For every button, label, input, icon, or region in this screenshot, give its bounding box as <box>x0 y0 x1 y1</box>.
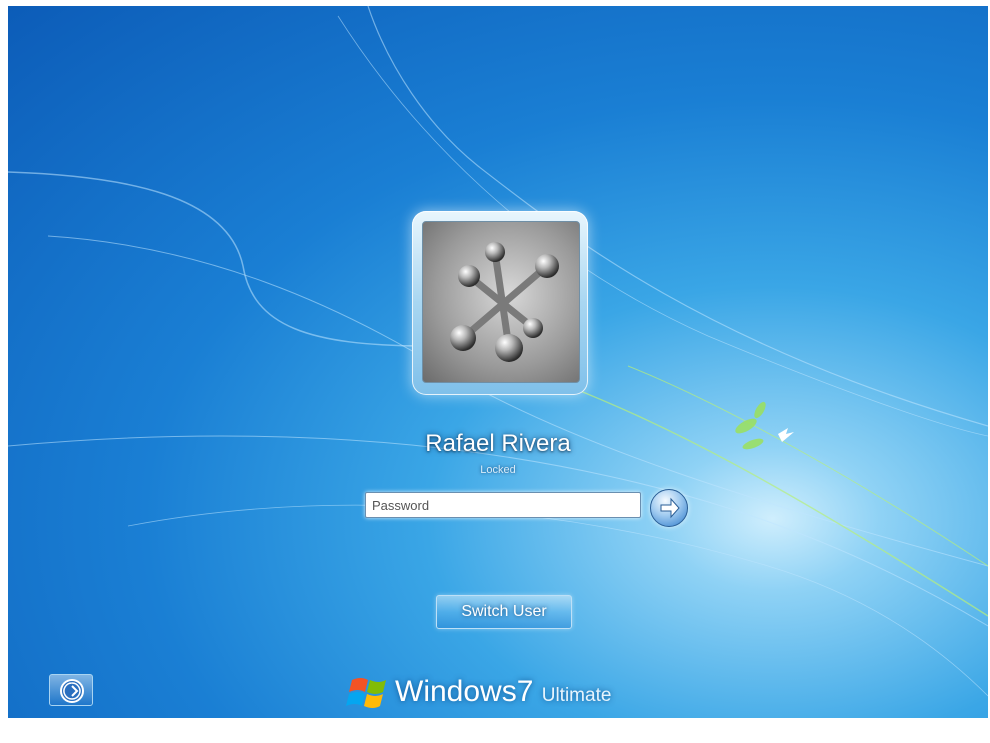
leaf-icon <box>735 401 766 450</box>
submit-button[interactable] <box>650 489 688 527</box>
user-tile <box>412 211 588 395</box>
lock-status: Locked <box>480 464 516 476</box>
os-version: 7 <box>516 675 534 708</box>
windows-flag-icon <box>346 678 386 708</box>
switch-user-button[interactable]: Switch User <box>436 595 572 629</box>
arrow-right-icon <box>660 497 680 519</box>
password-input[interactable] <box>365 492 641 518</box>
user-name: Rafael Rivera <box>425 430 571 457</box>
os-name: Windows <box>395 675 517 708</box>
ease-of-access-icon <box>60 679 84 703</box>
windows-wordmark: Windows7 Ultimate <box>395 675 611 709</box>
jacks-icon <box>450 242 559 362</box>
user-avatar <box>422 221 580 383</box>
os-edition: Ultimate <box>541 685 612 706</box>
logon-screen: Rafael Rivera Locked Switch User Windows… <box>8 6 988 718</box>
windows-branding: Windows7 Ultimate <box>346 672 666 712</box>
ease-of-access-button[interactable] <box>49 674 93 706</box>
